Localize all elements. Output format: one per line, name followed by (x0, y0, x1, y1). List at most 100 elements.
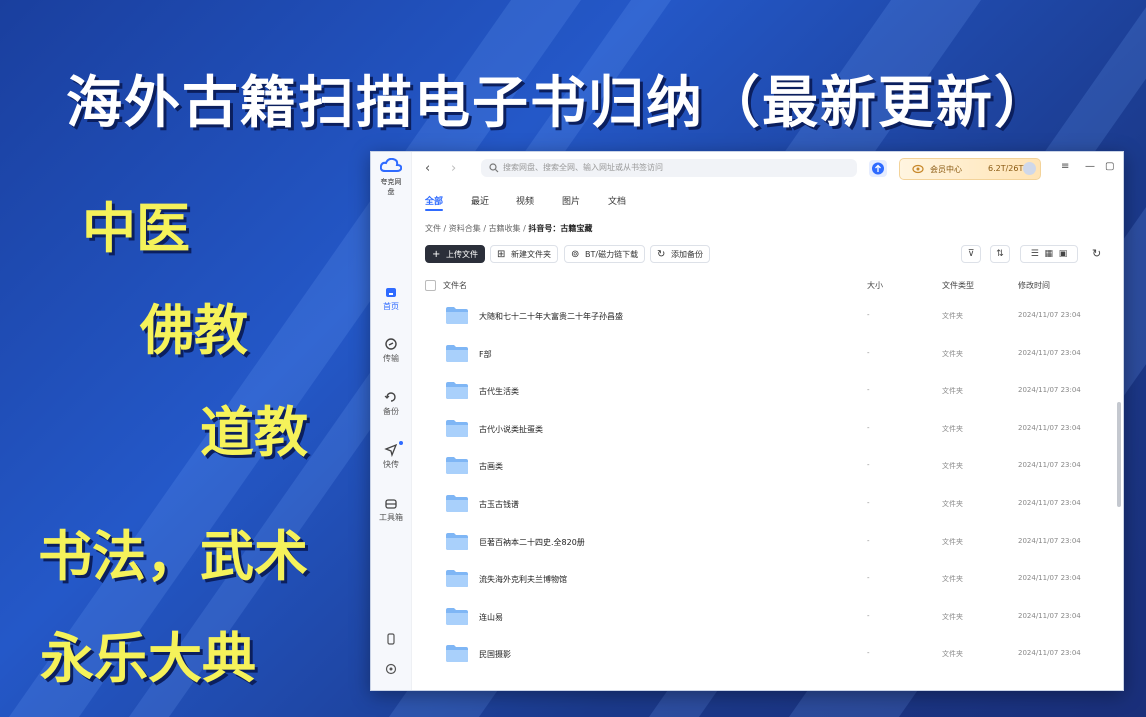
folder-icon (446, 457, 468, 475)
folder-icon (446, 344, 468, 362)
table-header: 文件名 大小 文件类型 修改时间 (425, 280, 1113, 294)
folder-icon (446, 570, 468, 588)
file-name: 巨著百衲本二十四史.全820册 (479, 537, 585, 547)
settings-button[interactable] (371, 662, 411, 678)
table-row[interactable]: 古代小说类扯蛋类 - 文件夹 2024/11/07 23:04 (425, 412, 1103, 449)
file-size: - (867, 348, 870, 357)
avatar[interactable] (1023, 162, 1036, 175)
tag-calligraphy-martial: 书法，武术 (38, 525, 308, 588)
column-header-modified[interactable]: 修改时间 (1018, 280, 1050, 291)
search-placeholder: 搜索网盘、搜索全网、输入网址或从书签访问 (503, 163, 663, 172)
sidebar-item-send[interactable]: 快传 (371, 441, 411, 470)
file-modified: 2024/11/07 23:04 (1018, 574, 1081, 583)
sidebar-label: 工具箱 (379, 513, 403, 522)
file-name: 连山易 (479, 612, 503, 622)
transfer-icon (385, 338, 397, 350)
column-header-size[interactable]: 大小 (867, 280, 883, 291)
view-switcher: ☰ ▦ ▣ (1020, 245, 1078, 263)
plus-icon: + (432, 249, 441, 260)
storage-usage: 6.2T/26T (988, 164, 1024, 173)
notification-dot (399, 441, 403, 445)
folder-plus-icon: ⊞ (497, 249, 506, 260)
grid-view-icon[interactable]: ▦ (1045, 249, 1054, 259)
file-type: 文件夹 (942, 500, 963, 508)
button-label: 新建文件夹 (511, 250, 551, 259)
file-modified: 2024/11/07 23:04 (1018, 611, 1081, 620)
folder-icon (446, 307, 468, 324)
sidebar-item-toolbox[interactable]: 工具箱 (371, 496, 411, 523)
sidebar: 夸克网盘 首页 传输 备份 快传 工具箱 (371, 152, 412, 690)
select-all-checkbox[interactable] (425, 280, 436, 291)
table-row[interactable]: 古代生活类 - 文件夹 2024/11/07 23:04 (425, 374, 1103, 411)
sidebar-item-transfer[interactable]: 传输 (371, 337, 411, 364)
preview-view-icon[interactable]: ▣ (1059, 249, 1068, 259)
file-name: 古玉古钱谱 (479, 500, 519, 509)
search-icon (489, 163, 499, 173)
file-type: 文件夹 (942, 424, 963, 433)
back-button[interactable]: ‹ (425, 161, 430, 176)
sort-button[interactable]: ⇅ (990, 245, 1010, 263)
file-modified: 2024/11/07 23:04 (1018, 386, 1081, 395)
table-row[interactable]: 连山易 - 文件夹 2024/11/07 23:04 (425, 600, 1103, 637)
backup-icon (384, 392, 396, 402)
tab-image[interactable]: 图片 (562, 194, 580, 207)
phone-icon (387, 633, 395, 645)
breadcrumb-item[interactable]: 资料合集 (449, 224, 481, 233)
add-backup-button[interactable]: ↻ 添加备份 (650, 245, 710, 263)
list-view-icon[interactable]: ☰ (1031, 249, 1039, 259)
file-modified: 2024/11/07 23:04 (1018, 461, 1081, 470)
table-row[interactable]: 大随和七十二十年大富贵二十年子孙昌盛 - 文件夹 2024/11/07 23:04 (425, 299, 1103, 336)
breadcrumb-item[interactable]: 古籍收集 (489, 224, 521, 233)
search-input[interactable]: 搜索网盘、搜索全网、输入网址或从书签访问 (481, 159, 857, 177)
table-row[interactable]: 巨著百衲本二十四史.全820册 - 文件夹 2024/11/07 23:04 (425, 525, 1103, 562)
sidebar-item-home[interactable]: 首页 (371, 285, 411, 312)
refresh-icon[interactable]: ↻ (1092, 247, 1101, 260)
button-label: 添加备份 (671, 250, 703, 259)
minimize-button[interactable]: — (1085, 161, 1095, 172)
column-header-type[interactable]: 文件类型 (942, 280, 974, 291)
file-size: - (867, 311, 870, 319)
folder-icon (446, 607, 468, 625)
app-logo: 夸克网盘 (379, 157, 403, 197)
logo-text: 夸克网盘 (380, 178, 402, 196)
table-row[interactable]: 古玉古钱谱 - 文件夹 2024/11/07 23:04 (425, 487, 1103, 524)
file-type: 文件夹 (942, 349, 963, 358)
sidebar-label: 备份 (383, 407, 399, 416)
file-type: 文件夹 (942, 312, 963, 320)
maximize-button[interactable]: ▢ (1105, 161, 1114, 172)
folder-icon (446, 382, 468, 400)
scrollbar[interactable] (1117, 402, 1121, 507)
file-size: - (867, 649, 870, 658)
forward-button[interactable]: › (451, 161, 456, 176)
bt-download-button[interactable]: ⊚ BT/磁力链下载 (564, 245, 646, 263)
filter-button[interactable]: ⊽ (961, 245, 981, 263)
sidebar-item-backup[interactable]: 备份 (371, 390, 411, 417)
file-modified: 2024/11/07 23:04 (1018, 423, 1081, 432)
file-name: 流失海外克利夫兰博物馆 (479, 575, 567, 585)
upload-arrow-button[interactable] (869, 160, 887, 177)
new-folder-button[interactable]: ⊞ 新建文件夹 (490, 245, 558, 263)
table-row[interactable]: 流失海外克利夫兰博物馆 - 文件夹 2024/11/07 23:04 (425, 562, 1103, 599)
arrow-up-icon (872, 162, 884, 175)
tab-recent[interactable]: 最近 (471, 194, 489, 207)
tab-document[interactable]: 文档 (608, 194, 626, 207)
file-modified: 2024/11/07 23:04 (1018, 536, 1081, 545)
toolbox-icon (385, 499, 397, 509)
file-modified: 2024/11/07 23:04 (1018, 649, 1081, 658)
backup-icon: ↻ (657, 249, 666, 260)
table-row[interactable]: F部 - 文件夹 2024/11/07 23:04 (425, 337, 1103, 374)
tab-all[interactable]: 全部 (425, 194, 443, 207)
folder-icon (446, 419, 468, 437)
upload-file-button[interactable]: + 上传文件 (425, 245, 485, 263)
breadcrumb-item[interactable]: 文件 (425, 224, 441, 233)
menu-button[interactable]: ≡ (1061, 161, 1069, 172)
column-header-name[interactable]: 文件名 (443, 280, 467, 291)
table-row[interactable]: 民国摄影 - 文件夹 2024/11/07 23:04 (425, 637, 1103, 674)
table-row[interactable]: 古画类 - 文件夹 2024/11/07 23:04 (425, 449, 1103, 486)
file-name: 古画类 (479, 462, 503, 472)
file-size: - (867, 611, 870, 620)
tab-video[interactable]: 视频 (516, 194, 534, 207)
active-tab-indicator (425, 209, 443, 211)
member-center[interactable]: 会员中心 6.2T/26T (899, 158, 1041, 180)
phone-button[interactable] (371, 632, 411, 648)
